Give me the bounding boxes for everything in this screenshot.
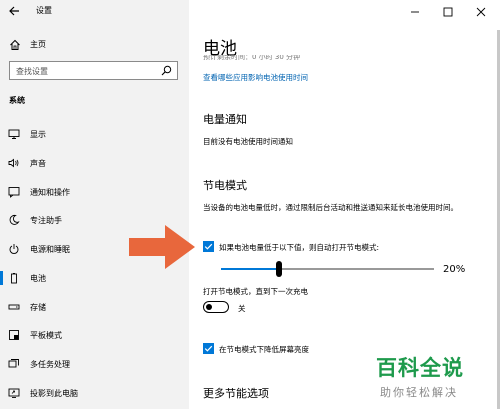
- watermark-title: 百科全说: [376, 356, 464, 380]
- battery-icon: [11, 272, 17, 284]
- sidebar-item-multitask[interactable]: 多任务处理: [0, 352, 189, 381]
- multitask-icon: [8, 359, 19, 368]
- sidebar-item-display[interactable]: 显示: [0, 122, 189, 151]
- checkmark-icon: [204, 345, 213, 352]
- sidebar-item-label: 通知和操作: [30, 187, 70, 197]
- sidebar-item-label: 存储: [30, 302, 46, 312]
- toggle-knob: [206, 303, 212, 310]
- sidebar-item-storage[interactable]: 存储: [0, 295, 189, 324]
- section-title: 系统: [9, 96, 25, 105]
- battery-saver-description: 当设备的电池电量低时，通过限制后台活动和推送通知来延长电池使用时间。: [203, 203, 458, 212]
- tablet-icon: [9, 330, 19, 341]
- checkmark-icon: [204, 243, 213, 250]
- minimize-icon: [411, 11, 419, 13]
- auto-saver-checkbox[interactable]: [203, 241, 214, 252]
- back-arrow-icon: [9, 6, 19, 16]
- threshold-value: 20%: [443, 264, 466, 275]
- threshold-slider-fill: [221, 268, 279, 270]
- more-options-heading: 更多节能选项: [203, 387, 269, 400]
- sidebar-item-label: 显示: [30, 130, 46, 139]
- remaining-time-text: 预计剩余时间：0 小时 30 分钟: [203, 55, 301, 61]
- threshold-slider-thumb[interactable]: [276, 261, 282, 277]
- brightness-label: 在节电模式下降低屏幕亮度: [219, 345, 309, 354]
- sidebar-item-label: 投影到此电脑: [30, 388, 78, 398]
- home-nav[interactable]: 主页: [0, 36, 189, 54]
- active-indicator: [0, 270, 3, 285]
- watermark: 百科全说 助你轻松解决: [376, 352, 494, 400]
- minimize-button[interactable]: [408, 4, 422, 18]
- sidebar-item-tablet[interactable]: 平板模式: [0, 323, 189, 352]
- sidebar-item-label: 专注助手: [30, 216, 62, 226]
- notification-heading: 电量通知: [203, 113, 247, 126]
- titlebar: 设置: [0, 0, 189, 23]
- brightness-checkbox[interactable]: [203, 343, 214, 354]
- sidebar-item-label: 多任务处理: [30, 360, 70, 369]
- project-icon: [8, 388, 20, 398]
- notification-text: 目前没有电池使用时间通知: [203, 137, 293, 146]
- sidebar-item-label: 电源和睡眠: [30, 245, 70, 254]
- moon-icon: [9, 215, 20, 226]
- window-controls: [400, 0, 500, 23]
- sidebar-item-label: 声音: [30, 158, 46, 168]
- power-icon: [9, 244, 19, 254]
- search-placeholder: 查找设置: [16, 67, 48, 76]
- pointer-arrow-icon: [129, 225, 195, 269]
- sidebar-item-label: 平板模式: [30, 331, 62, 341]
- close-button[interactable]: [474, 4, 488, 18]
- saver-toggle-label: 打开节电模式，直到下一次充电: [203, 287, 308, 296]
- sidebar-item-notifications[interactable]: 通知和操作: [0, 180, 189, 209]
- display-icon: [8, 129, 20, 139]
- sidebar-item-project[interactable]: 投影到此电脑: [0, 381, 189, 409]
- home-icon: [10, 39, 20, 50]
- app-title: 设置: [36, 6, 52, 15]
- sidebar: 设置 主页 查找设置 系统 显示 声音 通知和操作 专注助手 电源和睡眠 电池 …: [0, 0, 189, 409]
- close-icon: [476, 7, 486, 17]
- sidebar-item-label: 电池: [30, 273, 46, 283]
- main-panel: 电池 预计剩余时间：0 小时 30 分钟 查看哪些应用影响电池使用时间 电量通知…: [189, 0, 500, 409]
- watermark-subtitle: 助你轻松解决: [380, 386, 458, 399]
- home-label: 主页: [30, 40, 46, 49]
- storage-icon: [8, 304, 20, 309]
- back-button[interactable]: [6, 3, 24, 19]
- battery-saver-heading: 节电模式: [203, 179, 247, 192]
- see-apps-link[interactable]: 查看哪些应用影响电池使用时间: [203, 72, 308, 83]
- search-icon[interactable]: [161, 65, 172, 76]
- sound-icon: [8, 158, 19, 168]
- search-input[interactable]: 查找设置: [9, 61, 178, 80]
- maximize-button[interactable]: [441, 4, 455, 18]
- notifications-icon: [8, 186, 20, 198]
- sidebar-item-sound[interactable]: 声音: [0, 151, 189, 180]
- saver-toggle-state: 关: [238, 304, 246, 313]
- saver-toggle[interactable]: [203, 301, 229, 313]
- auto-saver-label: 如果电池电量低于以下值，则自动打开节电模式:: [219, 243, 380, 252]
- maximize-icon: [443, 7, 453, 17]
- threshold-slider-track[interactable]: [221, 268, 434, 270]
